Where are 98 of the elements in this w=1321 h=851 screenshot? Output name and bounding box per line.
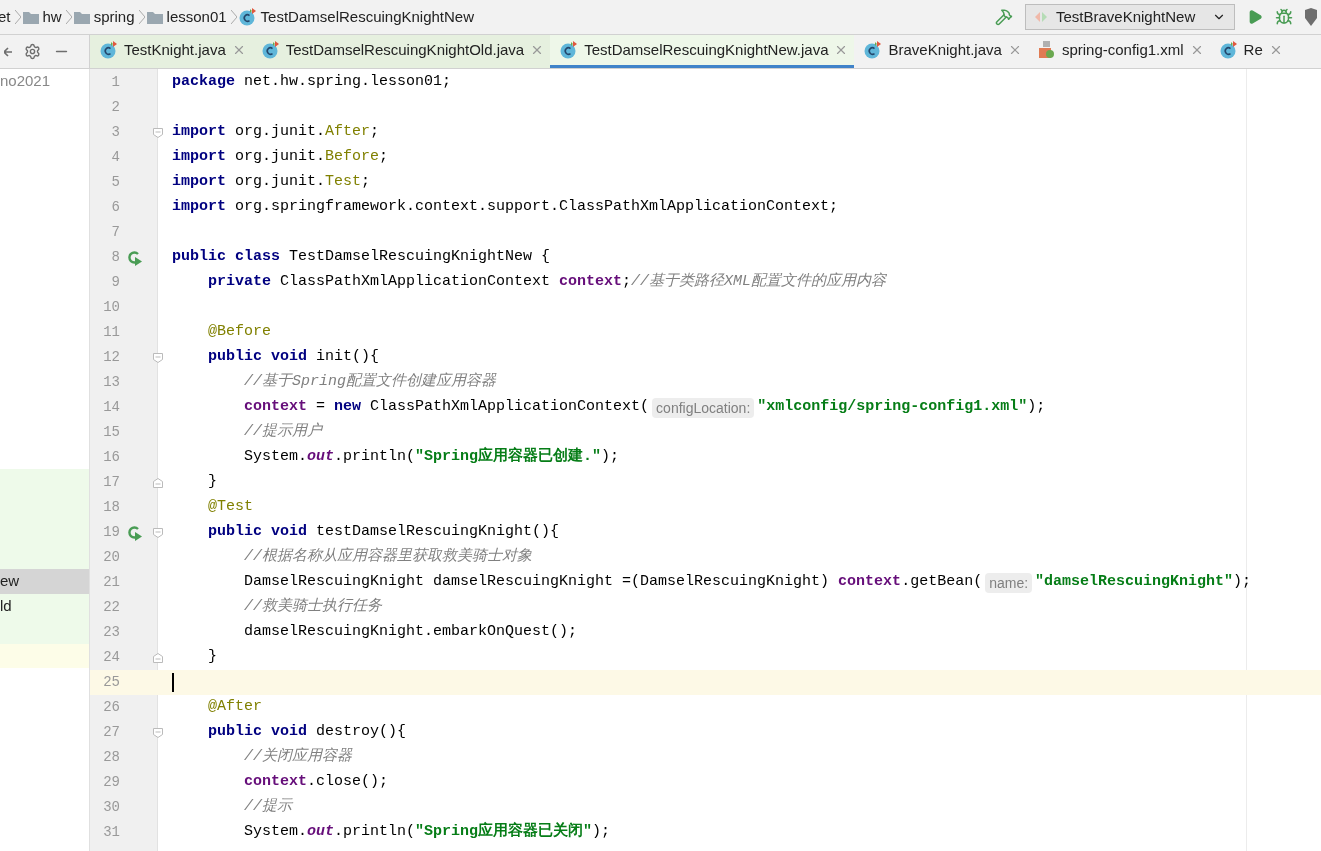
code-line: @Test — [207, 497, 253, 518]
code-line: //提示 — [243, 797, 292, 818]
class-icon — [1219, 41, 1238, 59]
line-number: 6 — [110, 198, 120, 217]
project-tree-item[interactable]: no2021 — [0, 69, 89, 94]
editor-tab[interactable]: TestDamselRescuingKnightNew.java — [550, 35, 855, 68]
fold-marker-icon[interactable] — [152, 477, 163, 488]
code-line: private ClassPathXmlApplicationContext context;//基于类路径XML配置文件的应用内容 — [207, 271, 887, 293]
line-number: 30 — [102, 798, 120, 817]
code-line: import org.junit.After; — [172, 122, 380, 143]
code-line: } — [207, 647, 217, 668]
line-number: 22 — [102, 598, 120, 617]
code-line: package net.hw.spring.lesson01; — [172, 72, 452, 93]
code-line: public void testDamselRescuingKnight(){ — [207, 522, 560, 543]
line-number: 17 — [102, 473, 120, 492]
code-line: context.close(); — [243, 772, 389, 793]
line-number: 19 — [102, 523, 120, 542]
code-line: } — [207, 472, 217, 493]
breadcrumb-item[interactable]: spring — [93, 5, 135, 29]
line-number: 25 — [102, 673, 120, 692]
build-icon[interactable] — [995, 8, 1013, 26]
folder-icon — [73, 10, 90, 24]
line-number: 13 — [102, 373, 120, 392]
line-number: 20 — [102, 548, 120, 567]
line-number: 23 — [102, 623, 120, 642]
breadcrumb-separator-icon — [138, 10, 145, 24]
class-icon — [261, 41, 280, 59]
line-number: 5 — [110, 173, 120, 192]
editor-tab[interactable]: TestDamselRescuingKnightOld.java — [251, 35, 551, 68]
breadcrumb-separator-icon — [65, 10, 72, 24]
line-number: 28 — [102, 748, 120, 767]
line-number: 15 — [102, 423, 120, 442]
project-tree-item[interactable]: ew — [0, 569, 89, 594]
debug-icon[interactable] — [1275, 8, 1293, 26]
folder-icon — [146, 10, 163, 24]
code-line: //基于Spring配置文件创建应用容器 — [243, 371, 497, 393]
collapse-arrow-icon[interactable] — [4, 45, 12, 58]
code-line: DamselRescuingKnight damselRescuingKnight =(DamselRescuingKnight) context.getBean( name: "damselRescuingKnight"); — [243, 571, 1252, 594]
code-line: //关闭应用容器 — [243, 746, 352, 768]
code-line: System.out.println("Spring应用容器已创建."); — [243, 446, 620, 468]
code-line: context = new ClassPathXmlApplicationContext( configLocation: "xmlconfig/spring-config1.xml"); — [243, 396, 1046, 419]
line-number: 18 — [102, 498, 120, 517]
run-test-icon[interactable] — [127, 524, 143, 541]
code-line: @Before — [207, 322, 272, 343]
folder-icon — [22, 10, 39, 24]
line-number: 10 — [102, 298, 120, 317]
line-number: 21 — [102, 573, 120, 592]
fold-marker-icon[interactable] — [152, 127, 163, 138]
fold-marker-icon[interactable] — [152, 652, 163, 663]
line-number: 29 — [102, 773, 120, 792]
line-number: 8 — [110, 248, 120, 267]
fold-marker-icon[interactable] — [152, 352, 163, 363]
code-line: import org.springframework.context.support.ClassPathXmlApplicationContext; — [172, 197, 839, 218]
breadcrumb-item[interactable]: hw — [42, 5, 62, 29]
code-line: public void destroy(){ — [207, 722, 407, 743]
xml-file-icon — [1037, 41, 1056, 59]
class-icon — [864, 41, 883, 59]
line-number: 4 — [110, 148, 120, 167]
class-icon — [560, 41, 579, 59]
fold-marker-icon[interactable] — [152, 527, 163, 538]
run-configuration-dropdown[interactable]: TestBraveKnightNew — [1025, 4, 1235, 30]
class-icon — [100, 41, 118, 59]
code-line: @After — [207, 697, 262, 718]
line-number: 2 — [110, 98, 120, 117]
line-number: 31 — [102, 823, 120, 842]
breadcrumb-separator-icon — [14, 10, 21, 24]
breadcrumb-item[interactable]: TestDamselRescuingKnightNew — [260, 5, 475, 29]
diff-arrows-icon — [1034, 10, 1048, 24]
code-line: import org.junit.Test; — [172, 172, 371, 193]
run-icon[interactable] — [1247, 9, 1263, 25]
line-number: 7 — [110, 223, 120, 242]
code-line: //根据名称从应用容器里获取救美骑士对象 — [243, 546, 532, 568]
code-line: public void init(){ — [207, 347, 380, 368]
code-line: damselRescuingKnight.embarkOnQuest(); — [243, 622, 578, 643]
line-number: 1 — [110, 73, 120, 92]
line-number: 3 — [110, 123, 120, 142]
breadcrumb-item[interactable]: lesson01 — [166, 5, 227, 29]
line-number: 27 — [102, 723, 120, 742]
breadcrumb-separator-icon — [230, 10, 237, 24]
project-tree-item[interactable]: ld — [0, 594, 89, 619]
line-number: 9 — [110, 273, 120, 292]
settings-icon[interactable] — [24, 43, 41, 60]
line-number: 24 — [102, 648, 120, 667]
line-number: 26 — [102, 698, 120, 717]
line-number: 11 — [102, 323, 120, 342]
code-line: System.out.println("Spring应用容器已关闭"); — [243, 821, 611, 843]
code-line: import org.junit.Before; — [172, 147, 389, 168]
run-test-icon[interactable] — [127, 249, 143, 266]
code-line: //提示用户 — [243, 421, 322, 443]
code-line: public class TestDamselRescuingKnightNew { — [172, 247, 551, 268]
line-number: 16 — [102, 448, 120, 467]
line-number: 14 — [102, 398, 120, 417]
fold-marker-icon[interactable] — [152, 727, 163, 738]
class-icon — [238, 8, 257, 26]
coverage-shield-icon[interactable] — [1305, 8, 1317, 26]
editor-tab[interactable]: TestKnight.java — [90, 35, 252, 68]
code-line: //救美骑士执行任务 — [243, 596, 382, 618]
line-number: 12 — [102, 348, 120, 367]
